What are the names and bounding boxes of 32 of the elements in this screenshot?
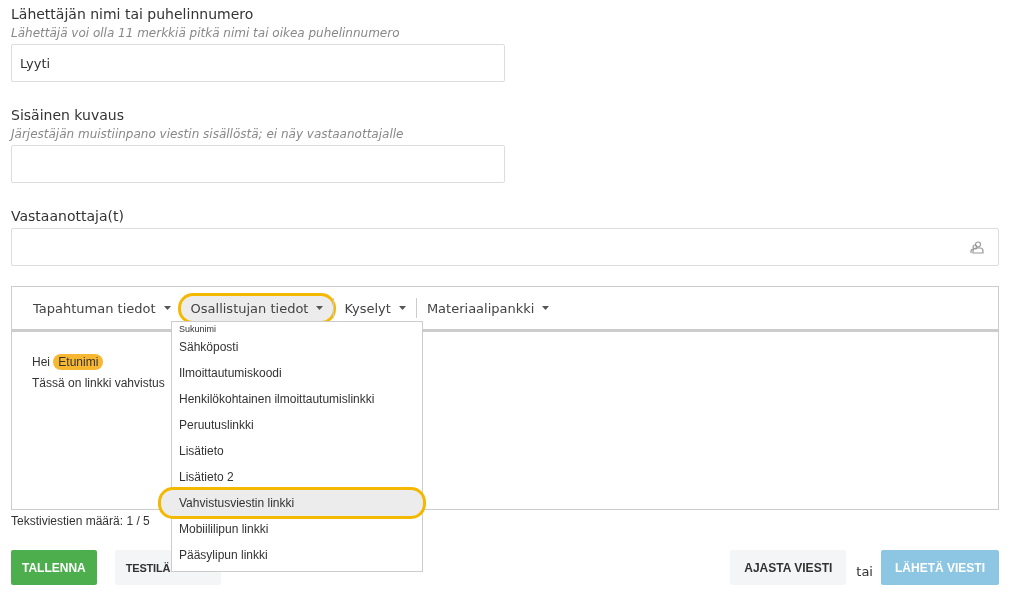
or-text: tai [856, 564, 873, 579]
menu-item[interactable]: Vahvistusviestin linkki [161, 490, 423, 516]
field-label: Sisäinen kuvaus [11, 107, 124, 123]
menu-item[interactable]: Sukunimi [172, 324, 422, 334]
field-hint: Lähettäjä voi olla 11 merkkiä pitkä nimi tai oikea puhelinnumero [11, 26, 400, 40]
caret-icon [316, 306, 324, 310]
menu-item[interactable]: Sähköposti [172, 334, 422, 360]
caret-icon [542, 306, 550, 310]
recipients-field[interactable] [11, 228, 999, 266]
caret-icon [163, 306, 171, 310]
description-field[interactable] [11, 145, 505, 183]
menu-item[interactable]: Mobiililipun linkki [172, 516, 422, 542]
menu-item[interactable]: Peruutuslinkki [172, 412, 422, 438]
message-text: Tässä on linkki vahvistus [32, 376, 165, 390]
contacts-icon [970, 240, 984, 254]
sender-field[interactable]: Lyyti [11, 44, 505, 82]
toolbar-dropdown[interactable]: Materiaalipankki [416, 295, 560, 321]
field-hint: Järjestäjän muistiinpano viestin sisällöstä; ei näy vastaanottajalle [11, 127, 404, 141]
toolbar-dropdown[interactable]: Osallistujan tiedot [180, 295, 334, 321]
menu-item[interactable]: Lisätieto 2 [172, 464, 422, 490]
menu-item[interactable]: Henkilökohtainen ilmoittautumislinkki [172, 386, 422, 412]
field-label: Vastaanottaja(t) [11, 208, 124, 224]
menu-item[interactable]: Ilmoittautumiskoodi [172, 360, 422, 386]
field-tag[interactable]: Etunimi [53, 354, 104, 370]
message-text: Hei [32, 355, 50, 369]
field-label: Lähettäjän nimi tai puhelinnumero [11, 6, 254, 22]
message-counter: Tekstiviestien määrä: 1 / 5 [11, 514, 150, 528]
toolbar-dropdown[interactable]: Kyselyt [334, 295, 416, 321]
caret-icon [398, 306, 406, 310]
schedule-button[interactable]: AJASTA VIESTI [730, 550, 847, 585]
menu-item[interactable]: Lisätieto [172, 438, 422, 464]
toolbar-dropdown[interactable]: Tapahtuman tiedot [23, 295, 181, 321]
